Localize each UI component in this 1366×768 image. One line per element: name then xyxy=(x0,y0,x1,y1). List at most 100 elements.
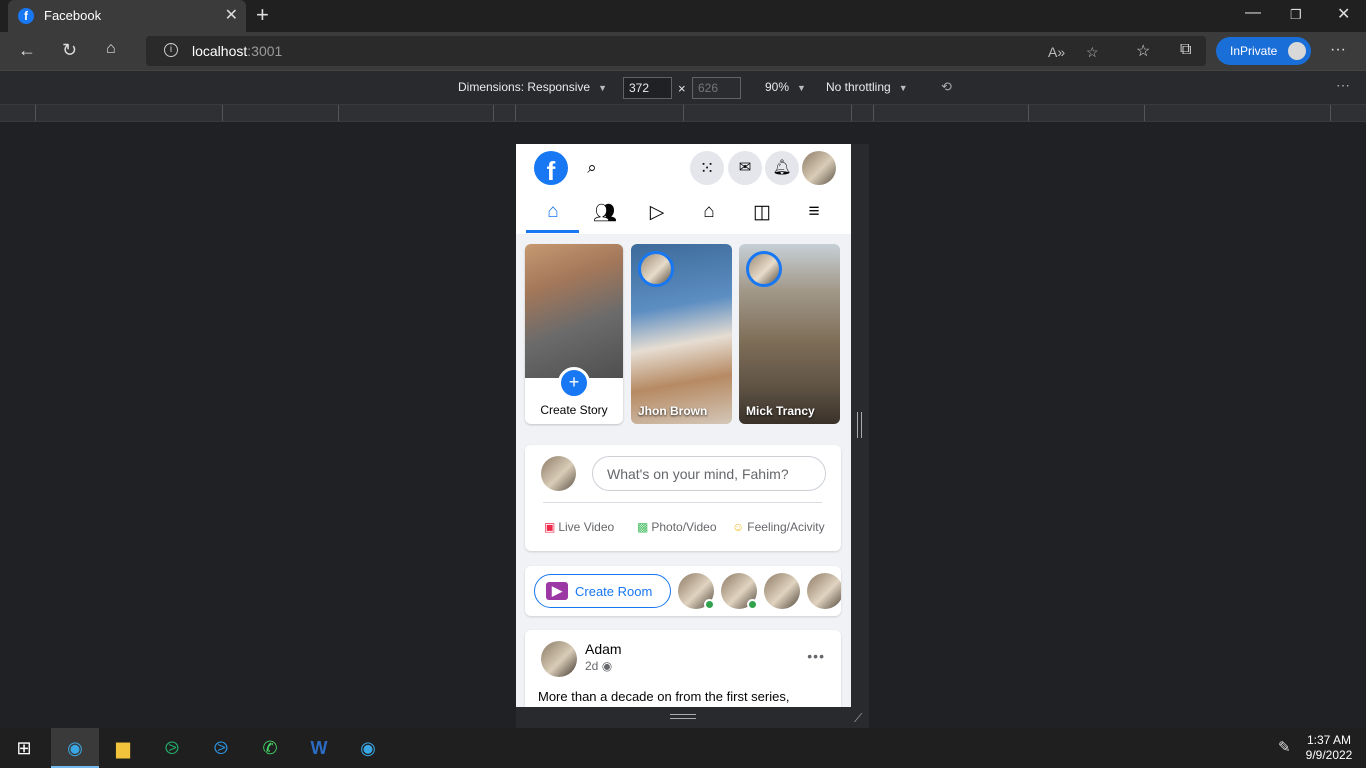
photo-video-button[interactable]: ▩ Photo/Video xyxy=(637,520,717,534)
post-text: More than a decade on from the first ser… xyxy=(538,689,790,704)
media-query-segment[interactable] xyxy=(873,105,874,121)
room-contact-avatar[interactable] xyxy=(764,573,800,609)
chevron-down-icon: ▼ xyxy=(797,83,806,93)
edge-browser-icon[interactable]: ◉ xyxy=(51,728,99,768)
device-width-input[interactable] xyxy=(623,77,672,99)
zoom-label: 90% xyxy=(765,80,790,94)
media-query-segment[interactable] xyxy=(493,105,494,121)
tab-facebook[interactable]: f Facebook ✕ xyxy=(8,0,246,32)
collections-icon[interactable]: ⧉ xyxy=(1180,41,1191,59)
clock[interactable]: 1:37 AM 9/9/2022 xyxy=(1300,733,1358,763)
whats-on-your-mind-input[interactable] xyxy=(592,456,826,491)
room-contact-avatar[interactable] xyxy=(678,573,715,610)
post-options-icon[interactable]: ••• xyxy=(807,648,825,664)
create-room-label: Create Room xyxy=(575,584,653,599)
site-info-icon[interactable]: i xyxy=(164,43,178,57)
menu-grid-icon[interactable]: ⁙ xyxy=(690,151,724,185)
address-bar[interactable]: i localhost:3001 A» ☆ xyxy=(146,36,1206,66)
media-query-segment[interactable] xyxy=(222,105,223,121)
video-camera-icon: ▶ xyxy=(546,582,568,600)
pen-icon[interactable]: ✎ xyxy=(1278,738,1291,756)
minimize-icon[interactable]: — xyxy=(1245,4,1261,22)
create-story-card[interactable]: + Create Story xyxy=(525,244,623,424)
feeling-activity-button[interactable]: ☺ Feeling/Acivity xyxy=(732,520,825,534)
live-video-button[interactable]: ▣ Live Video xyxy=(544,520,614,534)
post-time-label: 2d xyxy=(585,659,599,673)
resize-corner-icon[interactable]: ⟋ xyxy=(854,711,862,726)
throttling-dropdown[interactable]: No throttling ▼ xyxy=(826,80,908,94)
restore-icon[interactable]: ❐ xyxy=(1290,7,1302,23)
device-height-input[interactable] xyxy=(692,77,741,99)
vscode-icon[interactable]: ⧁ xyxy=(197,728,245,768)
account-avatar[interactable] xyxy=(802,151,836,185)
rotate-icon[interactable]: ⟲ xyxy=(941,79,952,95)
media-query-segment[interactable] xyxy=(1144,105,1145,121)
home-nav-icon[interactable]: ⌂ xyxy=(538,201,568,227)
edge-dev-icon[interactable]: ◉ xyxy=(344,728,392,768)
media-query-segment[interactable] xyxy=(515,105,516,121)
word-icon[interactable]: W xyxy=(295,728,343,768)
hamburger-menu-icon[interactable]: ≡ xyxy=(799,201,829,227)
post-timestamp[interactable]: 2d ◉ xyxy=(585,659,612,673)
media-query-segment[interactable] xyxy=(338,105,339,121)
profile-avatar xyxy=(1286,40,1308,62)
story-name: Mick Trancy xyxy=(746,404,815,418)
add-story-icon[interactable]: + xyxy=(558,367,590,399)
media-query-segment[interactable] xyxy=(683,105,684,121)
groups-nav-icon[interactable]: ◫ xyxy=(747,201,777,227)
post-composer: ▣Live Video ▩Photo/Video ☺Feeling/Acivit… xyxy=(525,445,841,551)
tab-close-icon[interactable]: ✕ xyxy=(225,5,238,25)
room-contact-avatar[interactable] xyxy=(807,573,841,609)
home-icon[interactable]: ⌂ xyxy=(106,40,116,58)
vscode-insiders-icon[interactable]: ⧁ xyxy=(148,728,196,768)
chevron-down-icon: ▼ xyxy=(598,83,607,93)
media-query-segment[interactable] xyxy=(851,105,852,121)
friends-nav-icon[interactable]: 👥︎ xyxy=(590,201,620,227)
back-icon[interactable]: ← xyxy=(18,40,36,61)
window-close-icon[interactable]: ✕ xyxy=(1337,4,1350,24)
globe-icon: ◉ xyxy=(601,659,613,673)
post-author-avatar[interactable] xyxy=(541,641,577,677)
story-card[interactable]: Mick Trancy xyxy=(739,244,840,424)
messenger-icon[interactable]: ✉ xyxy=(728,151,762,185)
media-query-bar[interactable] xyxy=(0,104,1366,122)
favorites-icon[interactable]: ☆ xyxy=(1136,41,1150,61)
tab-title: Facebook xyxy=(44,8,102,23)
room-contact-avatar[interactable] xyxy=(721,573,758,610)
inprivate-button[interactable]: InPrivate xyxy=(1216,37,1311,65)
online-indicator xyxy=(747,599,758,610)
settings-more-icon[interactable]: ··· xyxy=(1330,41,1346,59)
read-aloud-icon[interactable]: A» xyxy=(1048,44,1065,60)
story-name: Jhon Brown xyxy=(638,404,708,418)
live-video-icon: ▣ xyxy=(544,520,556,534)
refresh-icon[interactable]: ↻ xyxy=(62,40,77,61)
facebook-logo[interactable]: f xyxy=(534,151,568,186)
watch-nav-icon[interactable]: ▷ xyxy=(642,201,672,227)
dimensions-label: Dimensions: Responsive xyxy=(458,80,591,94)
toolbar: ← ↻ ⌂ i localhost:3001 A» ☆ ☆ ⧉ InPrivat… xyxy=(0,32,1366,70)
add-favorite-icon[interactable]: ☆ xyxy=(1086,44,1099,61)
post-author-name[interactable]: Adam xyxy=(585,641,622,657)
search-icon[interactable]: ⌕ xyxy=(578,154,606,182)
create-room-button[interactable]: ▶ Create Room xyxy=(534,574,671,608)
taskbar: ⊞ ◉ ▆ ⧁ ⧁ ✆ W ◉ ✎ 1:37 AM 9/9/2022 xyxy=(0,728,1366,768)
story-card[interactable]: Jhon Brown xyxy=(631,244,732,424)
media-query-segment[interactable] xyxy=(1028,105,1029,121)
media-query-segment[interactable] xyxy=(1330,105,1331,121)
marketplace-nav-icon[interactable]: ⌂ xyxy=(694,201,724,227)
new-tab-icon[interactable]: + xyxy=(256,2,269,28)
dimensions-dropdown[interactable]: Dimensions: Responsive ▼ xyxy=(458,80,607,94)
address-text: localhost:3001 xyxy=(192,43,282,59)
tab-strip: f Facebook ✕ + — ❐ ✕ xyxy=(0,0,1366,32)
resize-handle-bottom[interactable] xyxy=(670,714,696,719)
chevron-down-icon: ▼ xyxy=(898,83,908,93)
resize-handle-right[interactable] xyxy=(857,412,862,438)
windows-start-icon[interactable]: ⊞ xyxy=(0,728,48,768)
whatsapp-icon[interactable]: ✆ xyxy=(246,728,294,768)
file-explorer-icon[interactable]: ▆ xyxy=(99,728,147,768)
notifications-bell-icon[interactable]: 🔔︎ xyxy=(765,151,799,185)
device-more-icon[interactable]: ⋯ xyxy=(1336,77,1350,94)
zoom-dropdown[interactable]: 90% ▼ xyxy=(765,80,806,94)
media-query-segment[interactable] xyxy=(35,105,36,121)
address-port: :3001 xyxy=(247,43,283,59)
